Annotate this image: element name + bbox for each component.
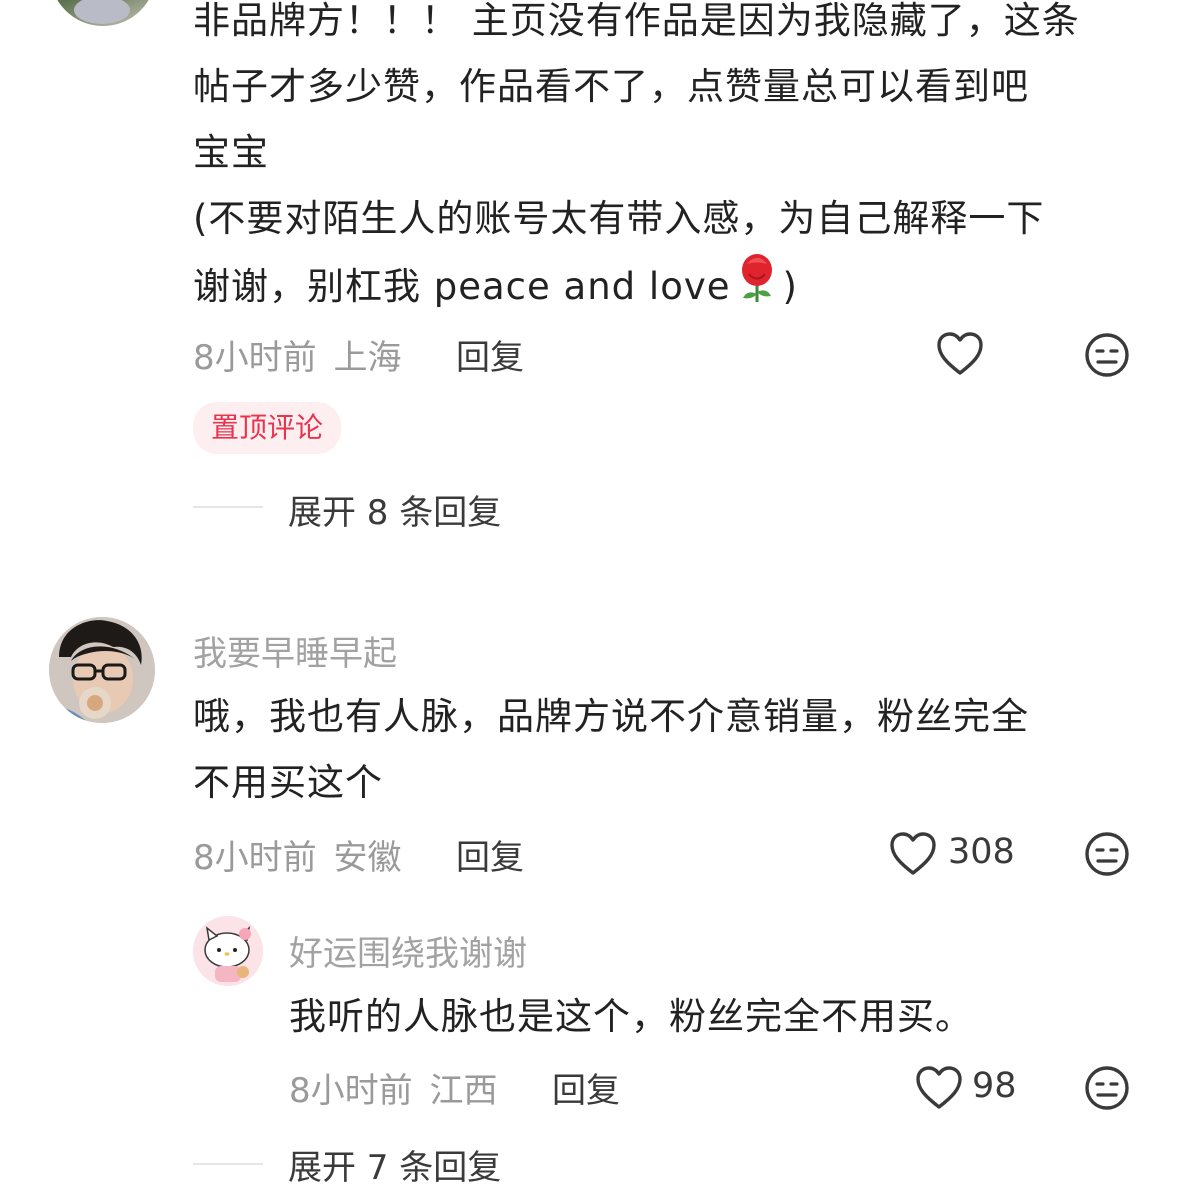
comment-1-line-5-end: ) [782, 265, 798, 308]
comment-1-meta: 8小时前 上海 [193, 330, 401, 379]
expand-divider [193, 506, 263, 508]
reply-1-time: 8小时前 [289, 1071, 413, 1111]
reply-1-username[interactable]: 好运围绕我谢谢 [289, 926, 527, 975]
comment-2-like-count: 308 [948, 832, 1015, 872]
comment-2-location: 安徽 [333, 838, 402, 878]
comment-1-line-5: 谢谢，别杠我 peace and love ) [193, 252, 798, 325]
avatar-haoyun[interactable] [193, 916, 263, 986]
meh-face-icon[interactable] [1084, 1065, 1130, 1111]
reply-1-meta: 8小时前 江西 [289, 1063, 497, 1112]
reply-1-text: 我听的人脉也是这个，粉丝完全不用买。 [289, 995, 973, 1038]
heart-outline-icon[interactable] [914, 1064, 964, 1112]
comment-2-line-2: 不用买这个 [193, 761, 383, 804]
pinned-comment-badge: 置顶评论 [193, 402, 342, 454]
avatar-top-commenter[interactable] [50, 0, 156, 26]
comment-2-line-1: 哦，我也有人脉，品牌方说不介意销量，粉丝完全 [193, 695, 1029, 738]
comment-1-line-4: (不要对陌生人的账号太有带入感，为自己解释一下 [193, 197, 1045, 240]
comment-1-line-5-text: 谢谢，别杠我 peace and love [193, 265, 731, 308]
comment-1-line-3: 宝宝 [193, 131, 269, 174]
comment-1-time: 8小时前 [193, 338, 317, 378]
comment-1-reply-button[interactable]: 回复 [456, 330, 524, 379]
reply-1-like-count: 98 [972, 1066, 1017, 1106]
comment-2-username[interactable]: 我要早睡早起 [193, 626, 397, 675]
comment-2-meta: 8小时前 安徽 [193, 830, 401, 879]
comment-1-line-2: 帖子才多少赞，作品看不了，点赞量总可以看到吧 [193, 65, 1029, 108]
comment-2-reply-button[interactable]: 回复 [456, 830, 524, 879]
rose-emoji-icon [735, 252, 779, 325]
comment-1-location: 上海 [333, 338, 402, 378]
meh-face-icon[interactable] [1084, 332, 1130, 378]
reply-1-reply-button[interactable]: 回复 [552, 1063, 620, 1112]
comment-2-time: 8小时前 [193, 838, 317, 878]
expand-divider [193, 1163, 263, 1165]
expand-replies-button[interactable]: 展开 8 条回复 [288, 485, 501, 534]
avatar-wozaoshui[interactable] [49, 617, 155, 723]
meh-face-icon[interactable] [1084, 831, 1130, 877]
comment-1-line-1: 非品牌方！！！ 主页没有作品是因为我隐藏了，这条 [193, 0, 1080, 42]
heart-outline-icon[interactable] [935, 330, 985, 378]
heart-outline-icon[interactable] [888, 830, 938, 878]
expand-replies-button-2[interactable]: 展开 7 条回复 [288, 1140, 501, 1189]
reply-1-location: 江西 [429, 1071, 498, 1111]
